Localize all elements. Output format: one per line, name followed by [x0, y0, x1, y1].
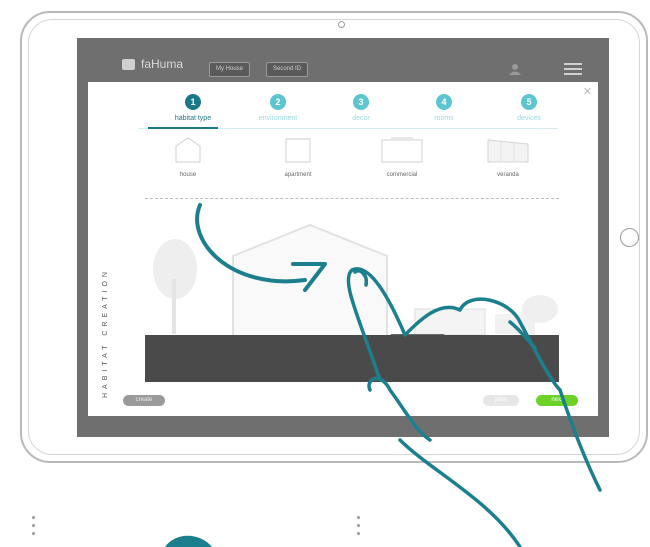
step-rooms[interactable]: 4 rooms — [404, 94, 484, 122]
app-name: faHuma — [141, 57, 184, 71]
divider-dot — [32, 532, 35, 535]
step-label: devices — [517, 115, 541, 122]
divider-dot — [32, 516, 35, 519]
house-logo-icon — [122, 58, 135, 70]
type-label: veranda — [497, 172, 519, 178]
step-label: rooms — [434, 115, 454, 122]
divider-dot — [357, 532, 360, 535]
house-icon — [175, 137, 201, 163]
user-icon[interactable] — [507, 63, 523, 75]
habitat-type-selector: house apartment commercial veranda — [88, 134, 598, 178]
divider-dot — [357, 524, 360, 527]
type-house[interactable]: house — [158, 134, 218, 178]
wizard-steps: 1 habitat type 2 environment 3 decor 4 r… — [88, 94, 598, 130]
type-label: apartment — [284, 172, 312, 178]
divider-dot — [32, 524, 35, 527]
apartment-icon — [285, 138, 311, 163]
step-circle-partial — [165, 535, 212, 547]
next-button[interactable]: next — [536, 395, 578, 406]
create-button[interactable]: create — [123, 395, 165, 406]
home-button[interactable] — [620, 228, 639, 247]
type-label: house — [179, 172, 197, 178]
veranda-icon — [487, 139, 529, 163]
app-logo: faHuma — [122, 57, 183, 71]
ground-strip — [145, 335, 559, 382]
hamburger-menu-icon[interactable] — [564, 63, 582, 76]
step-habitat-type[interactable]: 1 habitat type — [153, 94, 233, 122]
step-number: 5 — [521, 94, 537, 110]
commercial-icon — [381, 137, 423, 163]
top-bar: faHuma My House Second ID — [77, 38, 609, 82]
steps-active-indicator — [148, 127, 218, 129]
app-screen: faHuma My House Second ID ✕ 1 habitat ty… — [77, 38, 609, 437]
step-label: environment — [258, 115, 298, 122]
prev-button[interactable]: prev — [483, 395, 519, 406]
step-label: decor — [352, 115, 370, 122]
type-veranda[interactable]: veranda — [478, 134, 538, 178]
type-label: commercial — [386, 172, 418, 178]
second-id-button[interactable]: Second ID — [266, 62, 309, 77]
my-house-button[interactable]: My House — [209, 62, 251, 77]
step-devices[interactable]: 5 devices — [489, 94, 569, 122]
habitat-creation-label: HABITAT CREATION — [102, 268, 109, 398]
step-number: 1 — [185, 94, 201, 110]
type-apartment[interactable]: apartment — [268, 134, 328, 178]
step-number: 2 — [270, 94, 286, 110]
step-environment[interactable]: 2 environment — [238, 94, 318, 122]
camera-icon — [338, 21, 345, 28]
step-decor[interactable]: 3 decor — [321, 94, 401, 122]
habitat-wizard-modal: ✕ 1 habitat type 2 environment 3 decor 4… — [88, 82, 598, 416]
type-commercial[interactable]: commercial — [372, 134, 432, 178]
habitat-preview-stage[interactable] — [145, 198, 559, 382]
step-number: 4 — [436, 94, 452, 110]
step-number: 3 — [353, 94, 369, 110]
divider-dot — [357, 516, 360, 519]
step-label: habitat type — [174, 115, 212, 122]
